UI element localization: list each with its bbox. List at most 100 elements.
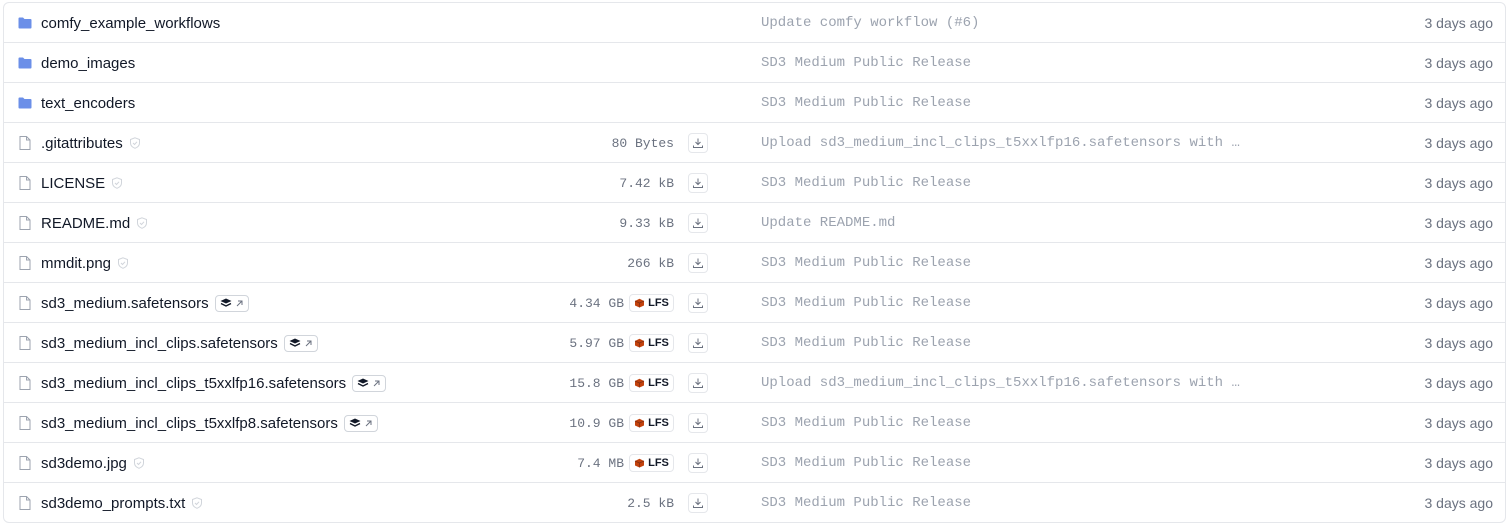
download-button[interactable] xyxy=(688,373,708,393)
download-button[interactable] xyxy=(688,453,708,473)
download-icon xyxy=(692,337,704,349)
external-arrow-icon xyxy=(304,339,313,348)
folder-row[interactable]: comfy_example_workflows Update comfy work… xyxy=(4,3,1505,43)
layers-icon xyxy=(220,298,232,308)
shield-check-icon[interactable] xyxy=(136,217,148,229)
file-row[interactable]: .gitattributes 80 Bytes Upload sd3_medium_… xyxy=(4,123,1505,163)
file-icon xyxy=(18,296,32,310)
file-icon xyxy=(18,216,32,230)
last-modified-date: 3 days ago xyxy=(1424,455,1494,471)
download-icon xyxy=(692,177,704,189)
shield-check-icon[interactable] xyxy=(133,457,145,469)
last-modified-date: 3 days ago xyxy=(1424,95,1494,111)
folder-row[interactable]: demo_images SD3 Medium Public Release 3 da… xyxy=(4,43,1505,83)
external-arrow-icon xyxy=(372,379,381,388)
file-row[interactable]: mmdit.png 266 kB SD3 Medium Public Release… xyxy=(4,243,1505,283)
last-commit-message[interactable]: SD3 Medium Public Release xyxy=(761,483,971,522)
last-commit-message[interactable]: SD3 Medium Public Release xyxy=(761,243,971,283)
file-row[interactable]: sd3_medium_incl_clips_t5xxlfp8.safetenso… xyxy=(4,403,1505,443)
file-name-link[interactable]: sd3_medium_incl_clips.safetensors xyxy=(41,335,278,352)
layers-icon xyxy=(357,378,369,388)
file-name-link[interactable]: sd3demo.jpg xyxy=(41,455,127,472)
file-name-link[interactable]: sd3_medium_incl_clips_t5xxlfp16.safetens… xyxy=(41,375,346,392)
file-name-link[interactable]: README.md xyxy=(41,215,130,232)
download-button[interactable] xyxy=(688,293,708,313)
shield-check-icon[interactable] xyxy=(111,177,123,189)
download-button[interactable] xyxy=(688,173,708,193)
name-cell: demo_images xyxy=(18,43,135,83)
last-commit-message[interactable]: Update comfy workflow (#6) xyxy=(761,3,979,43)
brick-icon xyxy=(634,378,645,388)
file-row[interactable]: LICENSE 7.42 kB SD3 Medium Public Release 3… xyxy=(4,163,1505,203)
file-icon xyxy=(18,136,32,150)
download-icon xyxy=(692,137,704,149)
last-modified-date: 3 days ago xyxy=(1424,135,1494,151)
shield-check-icon[interactable] xyxy=(191,497,203,509)
file-icon xyxy=(18,416,32,430)
brick-icon xyxy=(634,458,645,468)
file-name-link[interactable]: mmdit.png xyxy=(41,255,111,272)
download-button[interactable] xyxy=(688,133,708,153)
file-row[interactable]: sd3_medium_incl_clips_t5xxlfp16.safetens… xyxy=(4,363,1505,403)
safetensors-viewer-badge[interactable] xyxy=(214,294,249,312)
last-modified-date: 3 days ago xyxy=(1424,415,1494,431)
external-arrow-icon xyxy=(364,419,373,428)
folder-icon xyxy=(18,56,32,70)
last-commit-message[interactable]: Upload sd3_medium_incl_clips_t5xxlfp16.s… xyxy=(761,363,1240,403)
layers-icon xyxy=(349,418,361,428)
last-modified-date: 3 days ago xyxy=(1424,175,1494,191)
last-commit-message[interactable]: Upload sd3_medium_incl_clips_t5xxlfp16.s… xyxy=(761,123,1240,163)
last-commit-message[interactable]: SD3 Medium Public Release xyxy=(761,403,971,443)
file-name-link[interactable]: demo_images xyxy=(41,55,135,72)
safetensors-viewer-badge[interactable] xyxy=(343,414,378,432)
lfs-badge[interactable]: LFS xyxy=(629,294,674,312)
shield-check-icon[interactable] xyxy=(129,137,141,149)
file-icon xyxy=(18,496,32,510)
file-row[interactable]: sd3demo.jpg 7.4 MB LFS SD3 Medium Public Re… xyxy=(4,443,1505,483)
safetensors-viewer-badge[interactable] xyxy=(283,334,318,352)
download-button[interactable] xyxy=(688,493,708,513)
last-commit-message[interactable]: SD3 Medium Public Release xyxy=(761,283,971,323)
file-name-link[interactable]: sd3demo_prompts.txt xyxy=(41,495,185,512)
file-name-link[interactable]: LICENSE xyxy=(41,175,105,192)
name-cell: sd3_medium_incl_clips_t5xxlfp16.safetens… xyxy=(18,363,387,403)
file-name-link[interactable]: text_encoders xyxy=(41,95,135,112)
file-row[interactable]: sd3demo_prompts.txt 2.5 kB SD3 Medium Publ… xyxy=(4,483,1505,522)
lfs-badge[interactable]: LFS xyxy=(629,414,674,432)
file-name-link[interactable]: comfy_example_workflows xyxy=(41,15,220,32)
name-cell: LICENSE xyxy=(18,163,123,203)
file-name-link[interactable]: .gitattributes xyxy=(41,135,123,152)
file-name-link[interactable]: sd3_medium.safetensors xyxy=(41,295,209,312)
download-icon xyxy=(692,377,704,389)
folder-row[interactable]: text_encoders SD3 Medium Public Release 3 … xyxy=(4,83,1505,123)
download-button[interactable] xyxy=(688,253,708,273)
last-commit-message[interactable]: SD3 Medium Public Release xyxy=(761,443,971,483)
last-commit-message[interactable]: SD3 Medium Public Release xyxy=(761,163,971,203)
file-size: 80 Bytes xyxy=(611,135,674,151)
last-commit-message[interactable]: SD3 Medium Public Release xyxy=(761,83,971,123)
file-icon xyxy=(18,256,32,270)
last-modified-date: 3 days ago xyxy=(1424,495,1494,511)
download-button[interactable] xyxy=(688,413,708,433)
last-commit-message[interactable]: SD3 Medium Public Release xyxy=(761,43,971,83)
file-row[interactable]: README.md 9.33 kB Update README.md 3 days a… xyxy=(4,203,1505,243)
file-size: 2.5 kB xyxy=(627,495,674,511)
file-size: 9.33 kB xyxy=(619,215,674,231)
file-size: 15.8 GB xyxy=(569,375,624,391)
file-icon xyxy=(18,176,32,190)
shield-check-icon[interactable] xyxy=(117,257,129,269)
last-commit-message[interactable]: Update README.md xyxy=(761,203,895,243)
download-button[interactable] xyxy=(688,333,708,353)
file-row[interactable]: sd3_medium_incl_clips.safetensors 5.97 GB… xyxy=(4,323,1505,363)
download-icon xyxy=(692,217,704,229)
last-modified-date: 3 days ago xyxy=(1424,55,1494,71)
file-row[interactable]: sd3_medium.safetensors 4.34 GB LFS SD3 Medi… xyxy=(4,283,1505,323)
safetensors-viewer-badge[interactable] xyxy=(352,374,387,392)
lfs-badge[interactable]: LFS xyxy=(629,374,674,392)
download-button[interactable] xyxy=(688,213,708,233)
lfs-badge[interactable]: LFS xyxy=(629,454,674,472)
last-commit-message[interactable]: SD3 Medium Public Release xyxy=(761,323,971,363)
file-name-link[interactable]: sd3_medium_incl_clips_t5xxlfp8.safetenso… xyxy=(41,415,338,432)
lfs-label: LFS xyxy=(648,297,669,309)
lfs-badge[interactable]: LFS xyxy=(629,334,674,352)
